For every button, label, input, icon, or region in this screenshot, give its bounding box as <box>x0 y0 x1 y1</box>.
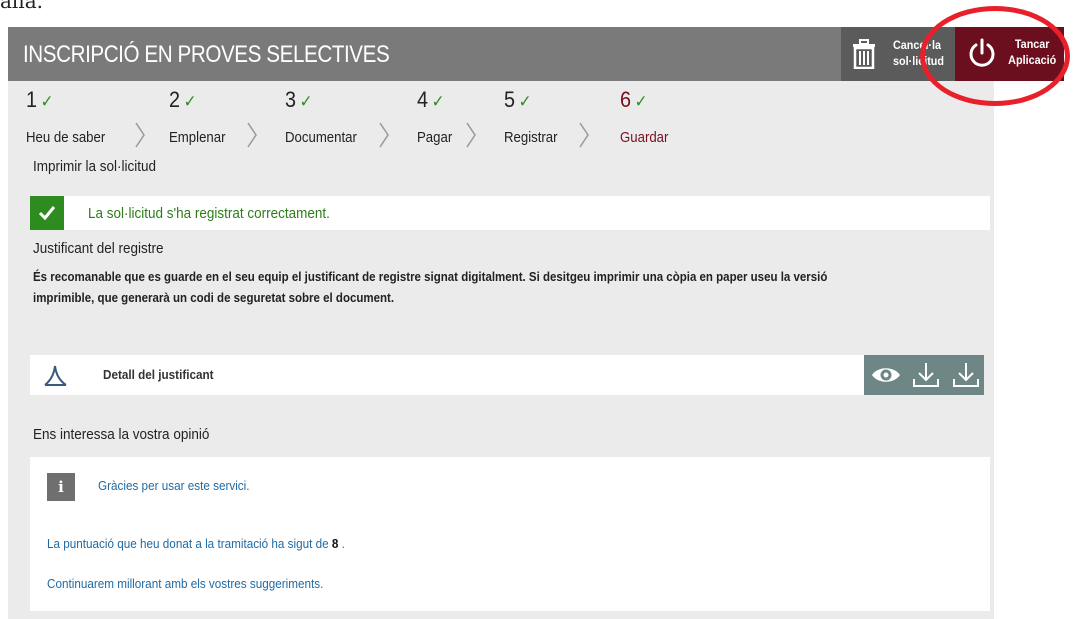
download-printable-button[interactable] <box>946 355 986 395</box>
step-2[interactable]: 2 ✓ Emplenar <box>169 87 225 146</box>
app-title: INSCRIPCIÓ EN PROVES SELECTIVES <box>23 41 390 68</box>
application-window: INSCRIPCIÓ EN PROVES SELECTIVES Cancel·l… <box>8 27 1064 619</box>
check-icon: ✓ <box>40 92 54 111</box>
wizard-steps: 1 ✓ Heu de saber 2 ✓ Emplenar 3 ✓ Documenta… <box>8 87 994 148</box>
receipt-actions <box>864 355 984 395</box>
info-icon: i <box>47 473 75 501</box>
power-icon <box>969 38 995 67</box>
step-label: Emplenar <box>169 129 226 146</box>
eye-icon <box>872 368 900 382</box>
chevron-right-icon <box>135 122 145 148</box>
check-icon: ✓ <box>299 92 313 111</box>
step-label: Registrar <box>504 129 558 146</box>
receipt-document-row: Detall del justificant <box>30 355 983 395</box>
check-icon: ✓ <box>518 92 532 111</box>
print-section-title: Imprimir la sol·licitud <box>33 158 157 175</box>
chevron-right-icon <box>379 122 389 148</box>
step-6[interactable]: 6 ✓ Guardar <box>620 87 668 146</box>
app-header: INSCRIPCIÓ EN PROVES SELECTIVES Cancel·l… <box>8 27 1064 81</box>
close-application-button[interactable]: Tancar Aplicació <box>955 27 1064 81</box>
receipt-description: És recomanable que es guarde en el seu e… <box>33 270 828 305</box>
thanks-message: Gràcies per usar este servici. <box>98 478 250 493</box>
check-icon: ✓ <box>183 92 197 111</box>
chevron-right-icon <box>466 122 476 148</box>
step-1[interactable]: 1 ✓ Heu de saber <box>26 87 105 146</box>
pdf-icon <box>44 365 67 386</box>
step-label: Pagar <box>417 129 453 146</box>
feedback-section-title: Ens interessa la vostra opinió <box>33 426 210 443</box>
receipt-document-label: Detall del justificant <box>103 367 214 382</box>
step-label: Guardar <box>620 129 669 146</box>
step-label: Documentar <box>285 129 357 146</box>
trash-icon <box>853 39 875 69</box>
download-icon <box>953 363 979 387</box>
step-4[interactable]: 4 ✓ Pagar <box>417 87 452 146</box>
view-receipt-button[interactable] <box>866 355 906 395</box>
step-label: Heu de saber <box>26 129 106 146</box>
download-receipt-button[interactable] <box>906 355 946 395</box>
success-alert: La sol·licitud s'ha registrat correctame… <box>30 196 990 230</box>
continue-message: Continuarem millorant amb els vostres su… <box>47 576 324 591</box>
cancel-request-label: Cancel·la sol·licitud <box>893 38 945 68</box>
page-text-fragment: alla. <box>0 0 43 13</box>
step-3[interactable]: 3 ✓ Documentar <box>285 87 357 146</box>
receipt-section-title: Justificant del registre <box>33 240 164 257</box>
success-check-box <box>30 196 64 230</box>
success-message: La sol·licitud s'ha registrat correctame… <box>88 205 330 222</box>
download-icon <box>913 363 939 387</box>
check-icon <box>38 206 56 221</box>
cancel-request-button[interactable]: Cancel·la sol·licitud <box>841 27 955 81</box>
chevron-right-icon <box>247 122 257 148</box>
chevron-right-icon <box>579 122 589 148</box>
feedback-panel: i Gràcies per usar este servici. La punt… <box>30 457 990 611</box>
check-icon: ✓ <box>634 92 648 111</box>
step-5[interactable]: 5 ✓ Registrar <box>504 87 558 146</box>
score-message: La puntuació que heu donat a la tramitac… <box>47 536 345 551</box>
close-application-label: Tancar Aplicació <box>1008 37 1057 67</box>
check-icon: ✓ <box>431 92 445 111</box>
